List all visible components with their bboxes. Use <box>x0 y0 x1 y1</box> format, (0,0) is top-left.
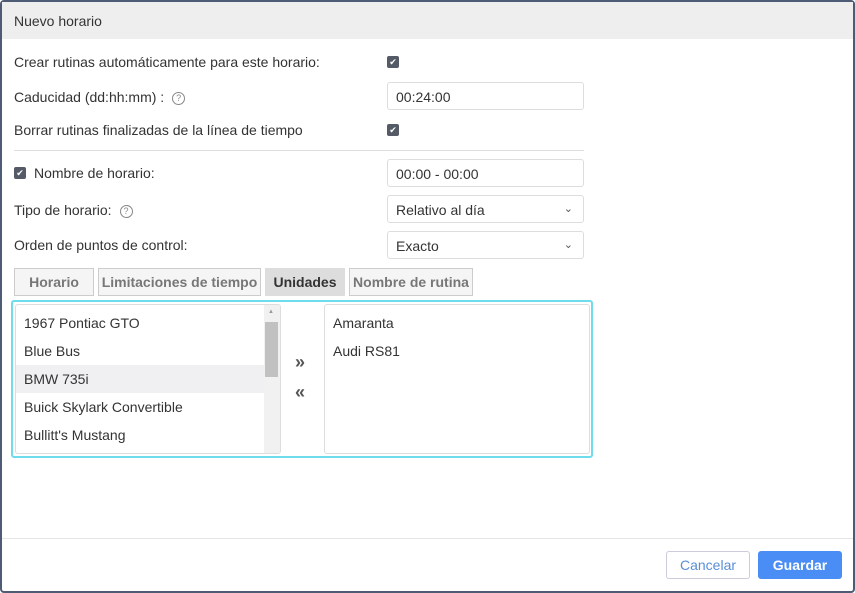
dialog-title: Nuevo horario <box>2 2 853 39</box>
tab-horario[interactable]: Horario <box>14 268 94 296</box>
move-left-button[interactable]: « <box>295 382 305 403</box>
list-item[interactable]: BMW 735i <box>16 365 280 393</box>
tipo-horario-value: Relativo al día <box>396 202 485 218</box>
crear-rutinas-checkbox[interactable]: ✔ <box>387 56 399 68</box>
tipo-horario-select[interactable]: Relativo al día ⌄ <box>387 195 584 223</box>
orden-puntos-label: Orden de puntos de control: <box>14 237 188 253</box>
scroll-up-icon[interactable]: ▲ <box>268 309 274 315</box>
list-item[interactable]: Buick Skylark Convertible <box>16 393 280 421</box>
caducidad-text: Caducidad (dd:hh:mm) : <box>14 89 165 105</box>
scrollbar-thumb[interactable] <box>265 322 278 377</box>
list-item[interactable]: Blue Bus <box>16 337 280 365</box>
tab-limitaciones[interactable]: Limitaciones de tiempo <box>98 268 261 296</box>
caducidad-label: Caducidad (dd:hh:mm) :? <box>14 89 186 105</box>
help-icon[interactable]: ? <box>119 205 133 218</box>
list-item[interactable]: Bullitt's Mustang <box>16 421 280 449</box>
list-item[interactable]: 1967 Pontiac GTO <box>16 309 280 337</box>
tab-nombre-rutina[interactable]: Nombre de rutina <box>349 268 473 296</box>
orden-puntos-value: Exacto <box>396 238 439 254</box>
tipo-horario-text: Tipo de horario: <box>14 202 112 218</box>
chevron-down-icon: ⌄ <box>563 239 573 251</box>
borrar-rutinas-checkbox[interactable]: ✔ <box>387 124 399 136</box>
cancel-button[interactable]: Cancelar <box>666 551 750 579</box>
save-button[interactable]: Guardar <box>758 551 842 579</box>
help-icon[interactable]: ? <box>172 92 186 105</box>
caducidad-input[interactable]: 00:24:00 <box>387 82 584 110</box>
available-units-list[interactable]: 1967 Pontiac GTO Blue Bus BMW 735i Buick… <box>15 304 281 454</box>
list-item[interactable]: Amaranta <box>325 309 589 337</box>
units-panel: 1967 Pontiac GTO Blue Bus BMW 735i Buick… <box>11 300 593 458</box>
orden-puntos-select[interactable]: Exacto ⌄ <box>387 231 584 259</box>
dialog-window: Nuevo horario Crear rutinas automáticame… <box>0 0 855 593</box>
footer-divider <box>2 538 853 539</box>
nombre-horario-input[interactable]: 00:00 - 00:00 <box>387 159 584 187</box>
divider <box>14 150 584 151</box>
selected-units-list[interactable]: Amaranta Audi RS81 <box>324 304 590 454</box>
list-item[interactable]: Audi RS81 <box>325 337 589 365</box>
nombre-horario-label: Nombre de horario: <box>34 165 155 181</box>
crear-rutinas-label: Crear rutinas automáticamente para este … <box>14 54 320 70</box>
chevron-down-icon: ⌄ <box>563 203 573 215</box>
nombre-horario-checkbox[interactable]: ✔ <box>14 167 26 179</box>
tab-unidades[interactable]: Unidades <box>265 268 345 296</box>
move-right-button[interactable]: » <box>295 352 305 373</box>
scrollbar[interactable]: ▲ <box>264 305 280 453</box>
tipo-horario-label: Tipo de horario:? <box>14 202 133 218</box>
borrar-rutinas-label: Borrar rutinas finalizadas de la línea d… <box>14 122 303 138</box>
